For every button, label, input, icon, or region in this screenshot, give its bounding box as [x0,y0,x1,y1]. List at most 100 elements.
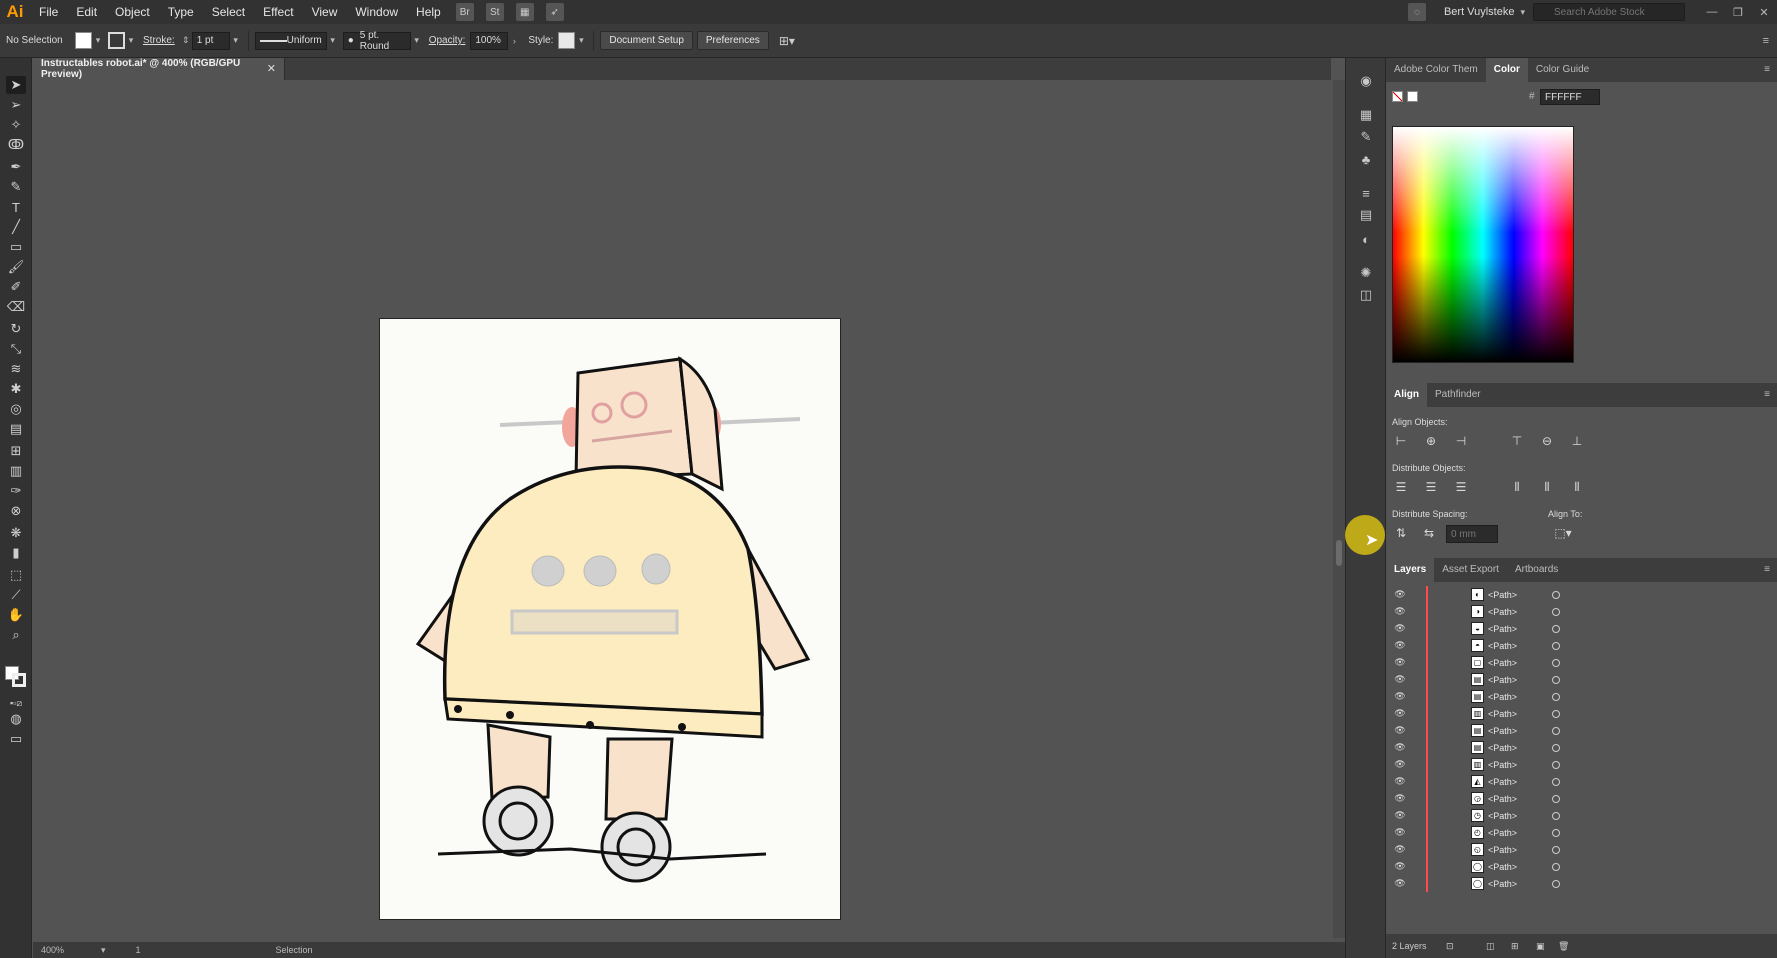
layer-name[interactable]: <Path> [1488,862,1517,872]
layer-name[interactable]: <Path> [1488,811,1517,821]
layer-name[interactable]: <Path> [1488,794,1517,804]
layer-name[interactable]: <Path> [1488,845,1517,855]
menu-type[interactable]: Type [159,0,203,24]
zoom-tool-icon[interactable]: ⌕ [6,626,26,644]
layer-row[interactable]: 👁 ◭ <Path> [1386,773,1777,790]
chevron-down-icon[interactable]: ▾ [575,35,587,46]
visibility-eye-icon[interactable]: 👁 [1394,810,1406,822]
document-setup-button[interactable]: Document Setup [600,31,693,50]
eraser-tool-icon[interactable]: ⌫ [6,298,26,316]
graphic-style-swatch[interactable] [558,32,576,49]
none-swatch[interactable] [1392,91,1403,102]
menu-select[interactable]: Select [203,0,254,24]
visibility-eye-icon[interactable]: 👁 [1394,725,1406,737]
distribute-vcenter-icon[interactable]: ☰ [1422,479,1440,495]
target-circle-icon[interactable] [1552,811,1560,820]
graphic-styles-icon[interactable]: ◫ [1357,286,1375,304]
target-circle-icon[interactable] [1552,760,1560,769]
stepper-icon[interactable]: ⇕ [180,35,192,46]
variable-width-profile[interactable]: Uniform [254,31,327,50]
visibility-eye-icon[interactable]: 👁 [1394,589,1406,601]
layer-name[interactable]: <Path> [1488,879,1517,889]
menu-edit[interactable]: Edit [67,0,106,24]
shape-builder-tool-icon[interactable]: ◎ [6,400,26,418]
align-top-icon[interactable]: ⊤ [1508,433,1526,449]
gradient-tool-icon[interactable]: ▥ [6,462,26,480]
chevron-right-icon[interactable]: › [508,36,520,46]
blend-tool-icon[interactable]: ⊗ [6,502,26,520]
layer-name[interactable]: <Path> [1488,590,1517,600]
layer-name[interactable]: <Path> [1488,760,1517,770]
horizontal-spacing-icon[interactable]: ⇆ [1420,525,1438,541]
layer-row[interactable]: 👁 ◵ <Path> [1386,841,1777,858]
distribute-top-icon[interactable]: ☰ [1392,479,1410,495]
visibility-eye-icon[interactable]: 👁 [1394,742,1406,754]
visibility-eye-icon[interactable]: 👁 [1394,844,1406,856]
visibility-eye-icon[interactable]: 👁 [1394,691,1406,703]
target-circle-icon[interactable] [1552,692,1560,701]
target-circle-icon[interactable] [1552,675,1560,684]
eyedropper-tool-icon[interactable]: ✑ [6,482,26,500]
chevron-down-icon[interactable]: ▾ [327,35,339,46]
screen-mode-icon[interactable]: ▭ [6,730,26,748]
tab-color[interactable]: Color [1485,58,1528,82]
stock-icon[interactable]: St [485,3,504,21]
menu-window[interactable]: Window [346,0,407,24]
target-circle-icon[interactable] [1552,743,1560,752]
target-circle-icon[interactable] [1552,777,1560,786]
scale-tool-icon[interactable]: ⤡ [6,340,26,358]
layer-name[interactable]: <Path> [1488,641,1517,651]
stroke-swatch[interactable] [108,32,125,49]
column-graph-tool-icon[interactable]: ▮ [6,544,26,562]
layer-row[interactable]: 👁 ▤ <Path> [1386,688,1777,705]
direct-selection-tool-icon[interactable]: ➢ [6,96,26,114]
align-vcenter-icon[interactable]: ⊖ [1538,433,1556,449]
target-circle-icon[interactable] [1552,709,1560,718]
magic-wand-tool-icon[interactable]: ✧ [6,116,26,134]
page-number[interactable]: 1 [136,945,276,955]
gradient-icon[interactable]: ▤ [1357,206,1375,224]
align-bottom-icon[interactable]: ⊥ [1568,433,1586,449]
tab-color-guide[interactable]: Color Guide [1528,58,1597,82]
robot-illustration[interactable] [380,319,842,921]
target-circle-icon[interactable] [1552,624,1560,633]
make-clipping-mask-icon[interactable]: ◫ [1486,941,1495,952]
artboard[interactable] [379,318,841,920]
chevron-down-icon[interactable]: ▾ [230,35,242,46]
puppet-warp-tool-icon[interactable]: ✱ [6,380,26,398]
delete-layer-icon[interactable]: 🗑 [1558,941,1569,952]
scrollbar-thumb[interactable] [1336,540,1342,566]
target-circle-icon[interactable] [1552,607,1560,616]
layer-row[interactable]: 👁 ◷ <Path> [1386,807,1777,824]
paintbrush-tool-icon[interactable]: 🖌 [6,258,26,276]
symbol-sprayer-tool-icon[interactable]: ❋ [6,524,26,542]
target-circle-icon[interactable] [1552,828,1560,837]
tab-asset-export[interactable]: Asset Export [1434,558,1507,582]
curvature-tool-icon[interactable]: ✎ [6,178,26,196]
hex-input[interactable]: FFFFFF [1540,89,1600,105]
target-circle-icon[interactable] [1552,845,1560,854]
menu-view[interactable]: View [303,0,347,24]
layer-name[interactable]: <Path> [1488,726,1517,736]
layer-row[interactable]: 👁 ◶ <Path> [1386,790,1777,807]
target-circle-icon[interactable] [1552,726,1560,735]
layer-name[interactable]: <Path> [1488,607,1517,617]
document-tab[interactable]: Instructables robot.ai* @ 400% (RGB/GPU … [33,58,285,80]
visibility-eye-icon[interactable]: 👁 [1394,861,1406,873]
slice-tool-icon[interactable]: ⟋ [6,586,26,604]
target-circle-icon[interactable] [1552,658,1560,667]
layer-row[interactable]: 👁 ▥ <Path> [1386,705,1777,722]
restore-icon[interactable]: ❐ [1725,0,1751,24]
lasso-tool-icon[interactable]: ↂ [6,136,26,154]
layer-name[interactable]: <Path> [1488,624,1517,634]
type-tool-icon[interactable]: T [6,198,26,216]
drawing-mode-icon[interactable]: ◍ [6,710,26,728]
layer-row[interactable]: 👁 ▥ <Path> [1386,756,1777,773]
libraries-icon[interactable]: ◉ [1357,72,1375,90]
chevron-down-icon[interactable]: ▾ [1520,7,1525,18]
layer-row[interactable]: 👁 ◴ <Path> [1386,824,1777,841]
close-icon[interactable]: ✕ [267,62,276,75]
distribute-left-icon[interactable]: ⫴ [1508,479,1526,495]
brushes-icon[interactable]: ✎ [1357,128,1375,146]
gpu-rocket-icon[interactable]: ➶ [545,3,564,21]
